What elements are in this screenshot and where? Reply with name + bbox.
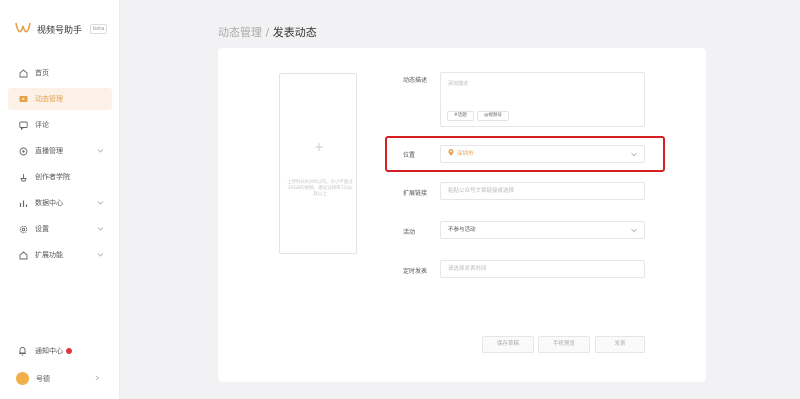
app-name: 视频号助手 [37,25,83,36]
breadcrumb: 动态管理 / 发表动态 [218,24,317,40]
chevron-down-icon [97,201,104,205]
notification-center[interactable]: 通知中心 [18,346,72,356]
sidebar-item-label: 数据中心 [35,199,63,207]
sidebar-nav: 首页 动态管理 评论 直播管理 创作者学院 数据中心 设置 扩展功能 [8,62,112,270]
sidebar-item-posts[interactable]: 动态管理 [8,88,112,110]
sidebar-item-label: 评论 [35,121,49,129]
page-title: 发表动态 [272,26,317,39]
sidebar-item-label: 创作者学院 [35,173,70,181]
schedule-label: 定时发表 [403,268,428,275]
sidebar-item-label: 直播管理 [35,147,63,155]
upload-hint: 上传时长8小时以内，大小不超过20GB的视频，建议分辨率720p及以上 [287,180,353,197]
sidebar-item-settings[interactable]: 设置 [8,218,112,240]
sidebar-item-data[interactable]: 数据中心 [8,192,112,214]
logo-icon [15,22,31,33]
sidebar-item-extensions[interactable]: 扩展功能 [8,244,112,266]
academy-icon [18,172,28,182]
publish-form-card: + 上传时长8小时以内，大小不超过20GB的视频，建议分辨率720p及以上 动态… [218,48,706,382]
breadcrumb-parent[interactable]: 动态管理 [218,26,262,39]
sidebar-item-label: 设置 [35,225,49,233]
activity-value: 不参与活动 [448,227,476,233]
link-input[interactable]: 粘贴公众号文章链接或选择 [440,182,645,200]
brand: 视频号助手 beta [15,22,108,36]
description-label: 动态描述 [403,77,428,84]
notification-label: 通知中心 [35,347,63,355]
sidebar-item-label: 首页 [35,69,49,77]
video-upload-area[interactable]: + 上传时长8小时以内，大小不超过20GB的视频，建议分辨率720p及以上 [279,73,357,254]
sidebar-item-comments[interactable]: 评论 [8,114,112,136]
sidebar-item-live[interactable]: 直播管理 [8,140,112,162]
comment-icon [18,120,28,130]
mention-tag-button[interactable]: @视频号 [477,111,509,121]
bell-icon [18,346,28,356]
notification-badge [66,348,72,354]
chevron-down-icon [631,228,637,233]
description-placeholder: 添加描述 [448,81,469,87]
activity-label: 活动 [403,229,416,236]
link-label: 扩展链接 [403,190,428,197]
activity-select[interactable]: 不参与活动 [440,221,645,239]
sidebar-item-home[interactable]: 首页 [8,62,112,84]
extension-icon [18,250,28,260]
gear-icon [18,224,28,234]
chart-icon [18,198,28,208]
sidebar-item-label: 扩展功能 [35,251,63,259]
publish-button[interactable]: 发表 [595,336,645,353]
sidebar-item-academy[interactable]: 创作者学院 [8,166,112,188]
avatar [16,372,29,385]
home-icon [18,68,28,78]
chevron-down-icon [97,253,104,257]
schedule-placeholder: 请选择发表时间 [448,266,487,272]
chevron-right-icon [95,375,100,381]
description-textarea[interactable]: 添加描述 #话题 @视频号 [440,72,645,127]
link-placeholder: 粘贴公众号文章链接或选择 [448,188,515,194]
account-menu[interactable]: 号德 [16,372,112,385]
save-draft-button[interactable]: 保存草稿 [482,336,534,353]
chevron-down-icon [97,149,104,153]
sidebar-item-label: 动态管理 [35,95,63,103]
schedule-input[interactable]: 请选择发表时间 [440,260,645,278]
phone-preview-button[interactable]: 手机预览 [538,336,590,353]
account-name: 号德 [36,374,50,383]
video-icon [18,94,28,104]
plus-icon: + [314,140,325,154]
location-highlight-box [385,136,665,172]
live-icon [18,146,28,156]
chevron-down-icon [97,227,104,231]
sidebar: 视频号助手 beta 首页 动态管理 评论 直播管理 创作者学院 数据中心 设置… [0,0,120,399]
beta-badge: beta [90,24,108,34]
topic-tag-button[interactable]: #话题 [447,111,474,121]
breadcrumb-separator: / [262,26,273,39]
